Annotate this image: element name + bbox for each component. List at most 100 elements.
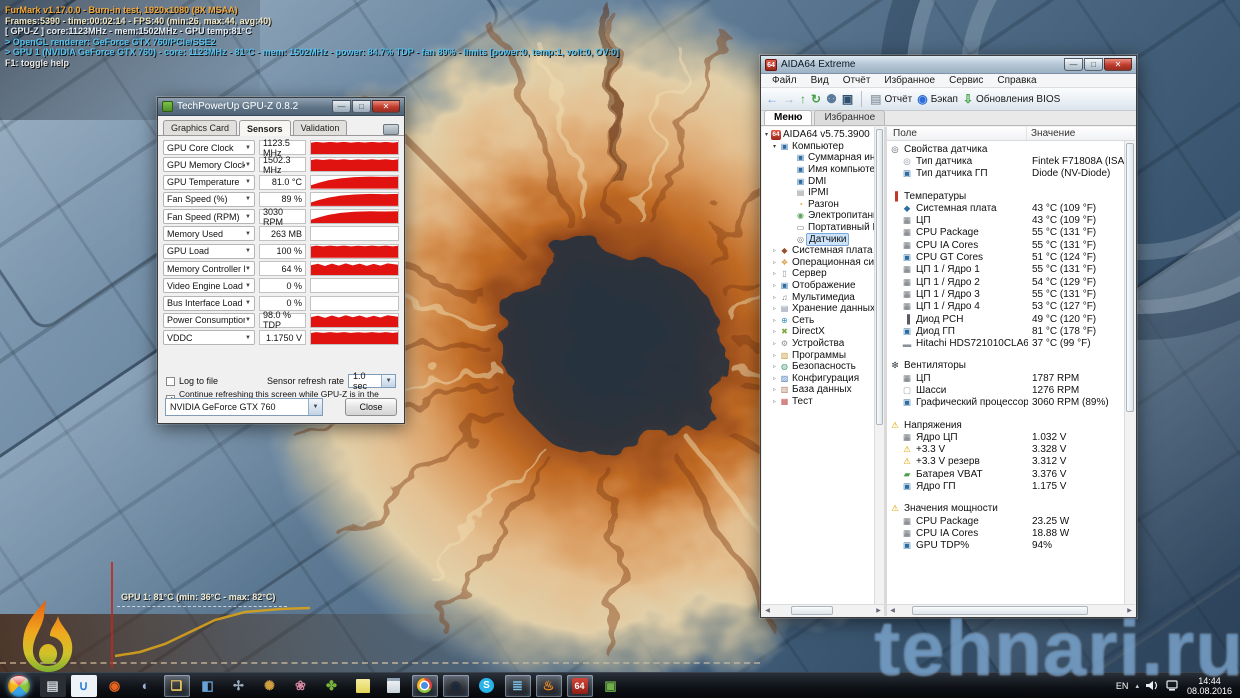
chevron-down-icon[interactable]: ▼ <box>245 335 251 341</box>
video-app[interactable]: ▤ <box>39 674 66 697</box>
close-button[interactable]: Close <box>345 398 397 416</box>
sensor-list-row[interactable]: ▢ Шасси 1276 RPM <box>887 384 1124 396</box>
chevron-down-icon[interactable]: ▼ <box>245 283 251 289</box>
gpuz-sensor-row[interactable]: Fan Speed (RPM) ▼ 3030 RPM <box>163 207 399 227</box>
tree-item[interactable]: ▭ Портативный ПК <box>762 222 874 234</box>
close-button[interactable]: ✕ <box>1104 58 1132 71</box>
tree-item[interactable]: ▾ ▣ Компьютер <box>762 141 874 153</box>
skype[interactable]: S <box>474 675 500 697</box>
tree-item[interactable]: ▹ ❖ Операционная система <box>762 257 874 269</box>
explorer[interactable]: ❏ <box>163 674 190 697</box>
gpuz-sensor-row[interactable]: Fan Speed (%) ▼ 89 % <box>163 191 399 207</box>
sensor-name-box[interactable]: GPU Core Clock ▼ <box>163 140 255 155</box>
tree-twisty-icon[interactable]: ▹ <box>770 375 779 382</box>
green-app-2[interactable]: ▣ <box>598 675 624 697</box>
gpuz-sensor-row[interactable]: VDDC ▼ 1.1750 V <box>163 330 399 346</box>
menu-item[interactable]: Файл <box>765 75 804 86</box>
scroll-right-arrow[interactable]: ▶ <box>1124 607 1135 614</box>
aida64-titlebar[interactable]: 64 AIDA64 Extreme — □ ✕ <box>761 56 1136 74</box>
sensor-list-row[interactable]: ▦ ЦП 1787 RPM <box>887 372 1124 384</box>
scrollbar-thumb[interactable] <box>911 606 1088 615</box>
color-app[interactable]: ✺ <box>257 675 283 697</box>
forward-icon[interactable]: → <box>783 93 795 105</box>
camera-icon[interactable] <box>383 124 399 135</box>
sensor-name-box[interactable]: Fan Speed (RPM) ▼ <box>163 209 255 225</box>
tree-item[interactable]: ▹ ◆ Системная плата <box>762 245 874 257</box>
minimize-button[interactable]: — <box>1064 58 1083 71</box>
chevron-down-icon[interactable]: ▼ <box>245 162 251 168</box>
sensor-list-row[interactable]: ◆ Системная плата 43 °C (109 °F) <box>887 202 1124 214</box>
sensor-list-row[interactable]: ▦ ЦП 1 / Ядро 1 55 °C (131 °F) <box>887 264 1124 276</box>
refresh-icon[interactable]: ↻ <box>811 93 821 105</box>
chevron-down-icon[interactable]: ▼ <box>245 317 251 323</box>
tree-item[interactable]: ▹ ▥ База данных <box>762 384 874 396</box>
tree-item[interactable]: ▹ ⚙ Устройства <box>762 338 874 350</box>
tree-twisty-icon[interactable]: ▹ <box>770 247 779 254</box>
tree-item[interactable]: ◎ Датчики <box>762 232 874 246</box>
close-button[interactable]: ✕ <box>372 100 400 113</box>
scroll-left-arrow[interactable]: ◀ <box>762 607 773 614</box>
tree-twisty-icon[interactable]: ▹ <box>770 398 779 405</box>
chevron-down-icon[interactable]: ▼ <box>245 214 251 220</box>
gpuz-tab[interactable]: Validation <box>292 120 348 135</box>
sensor-list-row[interactable]: ⚠ Значения мощности <box>887 503 1124 515</box>
tree-item[interactable]: ▹ ▯ Сервер <box>762 268 874 280</box>
media-player[interactable]: ≣ <box>504 674 531 697</box>
gpuz-tab[interactable]: Sensors <box>239 120 291 136</box>
sensor-list-row[interactable]: ▦ ЦП 1 / Ядро 3 55 °C (131 °F) <box>887 288 1124 300</box>
chevron-down-icon[interactable]: ▼ <box>381 375 395 387</box>
tree-twisty-icon[interactable]: ▹ <box>770 270 779 277</box>
tree-twisty-icon[interactable]: ▾ <box>770 143 779 150</box>
clock[interactable]: 14:44 08.08.2016 <box>1187 676 1232 696</box>
sensor-list-row[interactable] <box>887 409 1124 419</box>
chrome[interactable] <box>411 674 438 697</box>
chevron-down-icon[interactable]: ▼ <box>245 231 251 237</box>
sensor-name-box[interactable]: Power Consumption ▼ <box>163 312 255 328</box>
gpuz-sensor-row[interactable]: GPU Memory Clock ▼ 1502.3 MHz <box>163 155 399 175</box>
orange-app[interactable]: ◉ <box>102 675 128 697</box>
sensor-list-row[interactable]: ▣ Графический процессор 3060 RPM (89%) <box>887 397 1124 409</box>
users-icon[interactable]: ⚉ <box>826 93 837 105</box>
maximize-button[interactable]: □ <box>1084 58 1103 71</box>
hidden-icons-arrow[interactable]: ▴ <box>1135 682 1139 690</box>
chevron-down-icon[interactable]: ▼ <box>245 196 251 202</box>
tree-twisty-icon[interactable]: ▹ <box>770 305 779 312</box>
tree-item[interactable]: ▹ ▧ Программы <box>762 349 874 361</box>
menu-item[interactable]: Справка <box>990 75 1043 86</box>
tree-item[interactable]: ▣ Суммарная информация <box>762 152 874 164</box>
bios-updates-button[interactable]: ⇩ Обновления BIOS <box>963 93 1060 105</box>
menu-item[interactable]: Отчёт <box>836 75 878 86</box>
tree-twisty-icon[interactable]: ▹ <box>770 363 779 370</box>
sensor-list-row[interactable]: ▦ Ядро ЦП 1.032 V <box>887 431 1124 443</box>
tree-item[interactable]: ▹ ✖ DirectX <box>762 326 874 338</box>
sensor-list-row[interactable]: ⚠ +3.3 V резерв 3.312 V <box>887 456 1124 468</box>
sensor-list-row[interactable]: ⚠ Напряжения <box>887 419 1124 431</box>
sensor-list-row[interactable]: ▦ CPU IA Cores 55 °C (131 °F) <box>887 239 1124 251</box>
chevron-down-icon[interactable]: ▼ <box>245 300 251 306</box>
list-vertical-scrollbar[interactable] <box>1124 141 1135 604</box>
pink-app[interactable]: ❀ <box>288 675 314 697</box>
sensor-list-row[interactable]: ▣ Диод ГП 81 °C (178 °F) <box>887 325 1124 337</box>
column-headers[interactable]: Поле Значение <box>887 127 1135 141</box>
sensor-name-box[interactable]: Video Engine Load ▼ <box>163 278 255 294</box>
tree-twisty-icon[interactable]: ▹ <box>770 352 779 359</box>
gpu-device-select[interactable]: NVIDIA GeForce GTX 760 ▼ <box>165 398 323 416</box>
tree-twisty-icon[interactable]: ▾ <box>762 131 771 138</box>
furmark[interactable]: ♨ <box>535 674 562 697</box>
column-value[interactable]: Значение <box>1027 128 1075 139</box>
tree-horizontal-scrollbar[interactable]: ◀ ▶ <box>762 604 884 616</box>
tree-twisty-icon[interactable]: ▹ <box>770 328 779 335</box>
aida64-tab[interactable]: Меню <box>764 110 813 125</box>
gpuz-sensor-row[interactable]: Video Engine Load ▼ 0 % <box>163 278 399 294</box>
tree-item[interactable]: ▣ Имя компьютера <box>762 164 874 176</box>
maximize-button[interactable]: □ <box>352 100 371 113</box>
scrollbar-thumb[interactable] <box>791 606 833 615</box>
tree-twisty-icon[interactable]: ▹ <box>770 386 779 393</box>
green-app[interactable]: ✤ <box>319 675 345 697</box>
sensor-name-box[interactable]: VDDC ▼ <box>163 330 255 346</box>
sensor-list-row[interactable]: ▦ CPU IA Cores 18.88 W <box>887 527 1124 539</box>
tree-twisty-icon[interactable]: ▹ <box>770 259 779 266</box>
sensor-name-box[interactable]: Memory Controller Load ▼ <box>163 261 255 277</box>
gpuz-sensor-row[interactable]: GPU Core Clock ▼ 1123.5 MHz <box>163 138 399 158</box>
start-button[interactable] <box>8 674 30 697</box>
